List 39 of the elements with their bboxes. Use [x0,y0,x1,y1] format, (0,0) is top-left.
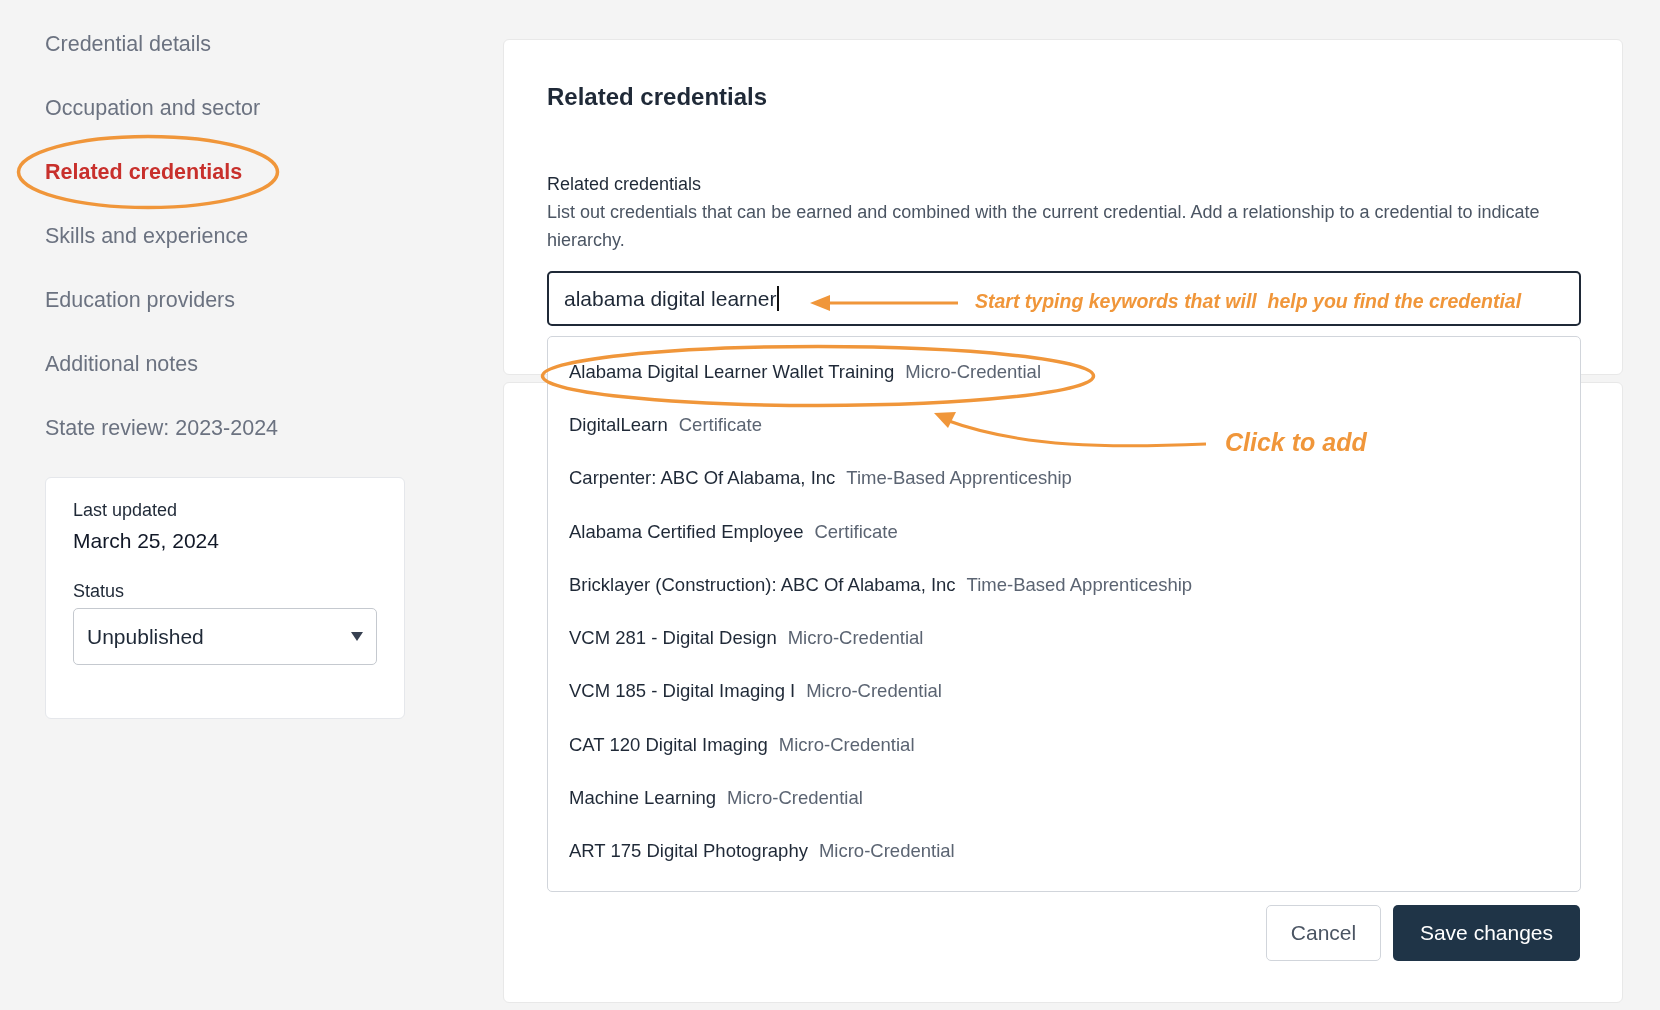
sidebar-item[interactable]: State review: 2023-2024 [45,415,279,441]
section-title: Related credentials [547,82,769,112]
save-button[interactable]: Save changes [1393,905,1580,961]
status-select[interactable]: Unpublished [73,608,377,665]
credential-type: Micro-Credential [727,787,863,809]
field-label: Status [73,581,126,602]
cancel-button[interactable]: Cancel [1266,905,1381,961]
credential-type: Certificate [678,413,762,436]
credential-type: Time-Based Apprenticeship [846,467,1072,490]
suggestion-item[interactable]: Alabama Digital Learner Wallet Training [569,360,895,383]
text-cursor [777,286,780,311]
suggestion-item[interactable]: CAT 120 Digital Imaging [569,733,768,756]
sidebar-item[interactable]: Credential details [45,31,212,57]
caret-icon [351,632,363,641]
credential-type: Micro-Credential [787,627,924,650]
suggestion-item[interactable]: ART 175 Digital Photography [569,840,808,863]
annotation-text: Click to add [1225,428,1367,457]
field-description: List out credentials that can be earned and combined with the current credential. Add a relationship to a credential to indicate hierarchy. [547,201,1541,252]
suggestion-item[interactable]: Alabama Certified Employee [569,520,804,543]
credential-type: Micro-Credential [806,680,942,703]
sidebar-item[interactable]: Occupation and sector [45,95,261,121]
field-label: Related credentials [547,173,703,195]
suggestion-item[interactable]: VCM 185 - Digital Imaging I [569,680,796,703]
credential-type: Micro-Credential [778,733,915,756]
credential-type: Certificate [814,520,898,543]
date-text: March 25, 2024 [73,529,220,553]
suggestion-item[interactable]: DigitalLearn [569,413,668,436]
credential-type: Micro-Credential [905,360,1041,383]
suggestion-item[interactable]: VCM 281 - Digital Design [569,627,777,650]
suggestion-item[interactable]: Bricklayer (Construction): ABC Of Alabama, Inc [569,573,956,596]
credential-type: Time-Based Apprenticeship [966,573,1193,596]
sidebar-item[interactable]: Additional notes [45,351,198,377]
suggestion-item[interactable]: Carpenter: ABC Of Alabama, Inc [569,467,836,490]
suggestion-item[interactable]: Machine Learning [569,787,717,809]
field-label: Last updated [73,500,179,521]
sidebar-item[interactable]: Education providers [45,287,236,313]
annotation-text: Start typing keywords that will help you find the credential [975,290,1522,313]
sidebar-item[interactable]: Skills and experience [45,223,249,249]
credential-type: Micro-Credential [818,840,955,863]
